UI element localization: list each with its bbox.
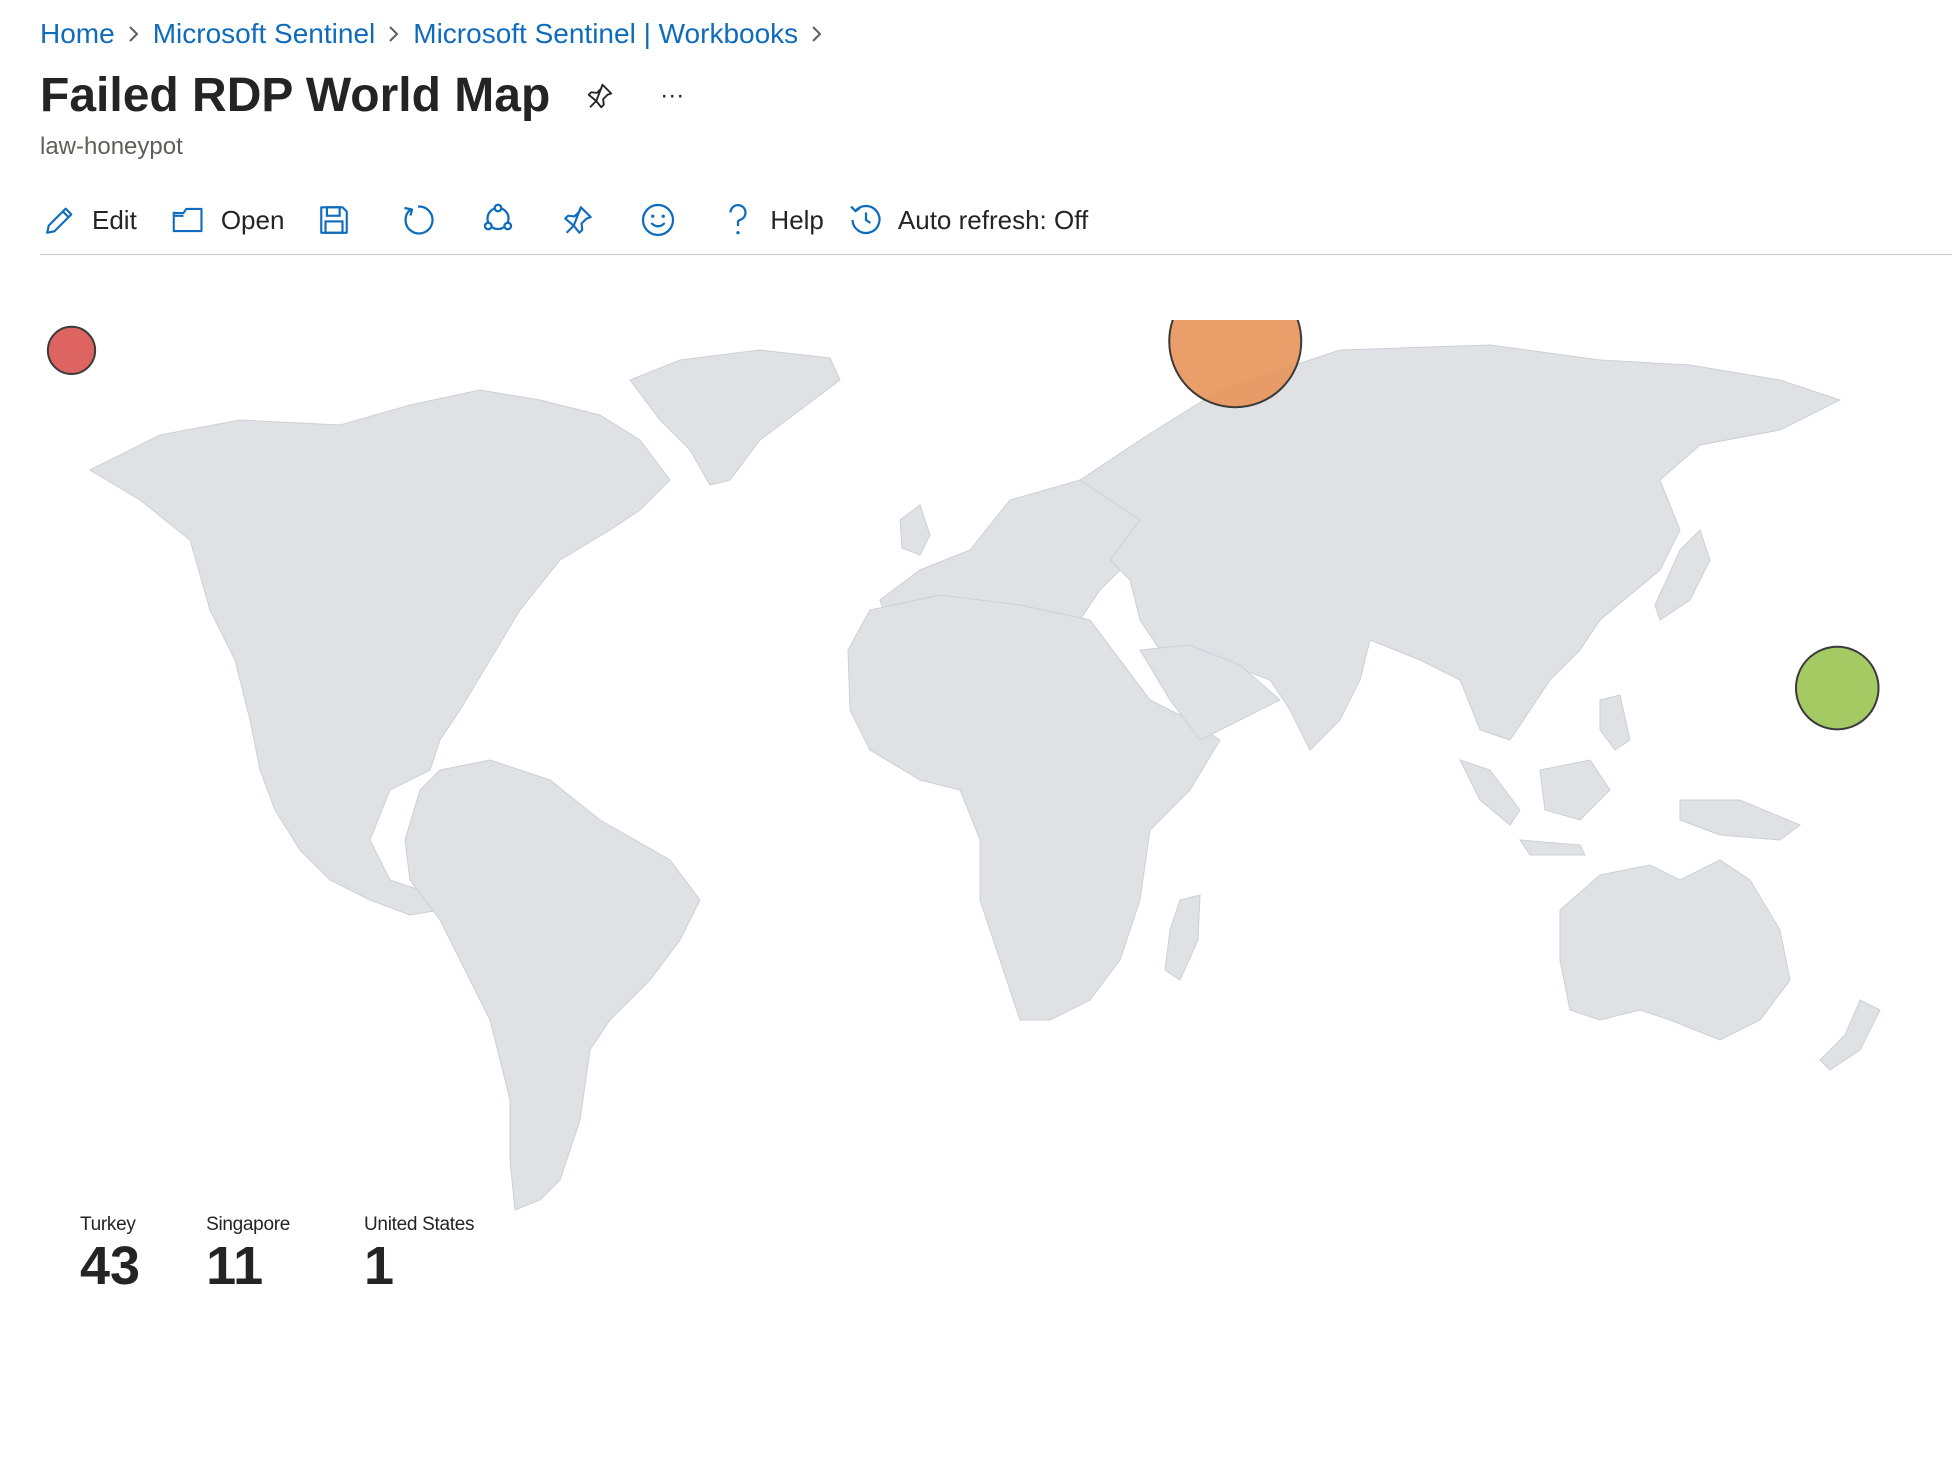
- map-land: [88, 344, 1881, 1211]
- breadcrumb-microsoft-sentinel[interactable]: Microsoft Sentinel: [153, 18, 376, 50]
- world-map-canvas: [46, 274, 1881, 1211]
- pin-icon: [558, 200, 598, 240]
- help-label: Help: [770, 204, 824, 235]
- refresh-button[interactable]: [398, 192, 438, 248]
- share-icon: [478, 200, 518, 240]
- help-button[interactable]: Help: [718, 192, 824, 248]
- tile-value: 43: [80, 1236, 141, 1296]
- pin-icon[interactable]: [578, 74, 622, 118]
- tile-label: Singapore: [206, 1214, 291, 1235]
- tile-label: United States: [364, 1214, 475, 1235]
- tile-turkey[interactable]: Turkey 43: [80, 1214, 140, 1295]
- breadcrumb-workbooks[interactable]: Microsoft Sentinel | Workbooks: [413, 18, 798, 50]
- feedback-button[interactable]: [638, 192, 678, 248]
- chevron-right-icon: [798, 14, 836, 54]
- map-bubble-singapore[interactable]: [1794, 645, 1880, 731]
- land-new-zealand: [1819, 999, 1881, 1071]
- smiley-icon: [638, 200, 678, 240]
- land-south-america: [404, 759, 701, 1211]
- history-clock-icon: [846, 200, 886, 240]
- land-new-guinea: [1679, 799, 1801, 841]
- open-button[interactable]: Open: [169, 192, 285, 248]
- share-button[interactable]: [478, 192, 518, 248]
- land-philippines: [1599, 694, 1631, 751]
- open-label: Open: [220, 204, 285, 235]
- pin-toolbar-button[interactable]: [558, 192, 598, 248]
- land-madagascar: [1164, 894, 1201, 981]
- tile-singapore[interactable]: Singapore 11: [206, 1214, 290, 1295]
- toolbar: Edit Open Help Auto refresh: Off: [40, 192, 1088, 248]
- page-title: Failed RDP World Map: [40, 69, 551, 122]
- title-row: Failed RDP World Map ···: [40, 68, 694, 123]
- land-java: [1519, 839, 1586, 856]
- breadcrumb-home[interactable]: Home: [40, 18, 115, 50]
- world-map[interactable]: [40, 274, 1952, 1220]
- question-mark-icon: [718, 200, 758, 240]
- map-bubble-united-states[interactable]: [46, 325, 97, 376]
- folder-open-icon: [169, 200, 209, 240]
- tile-united-states[interactable]: United States 1: [364, 1214, 474, 1295]
- save-icon: [314, 200, 354, 240]
- page-subtitle: law-honeypot: [40, 133, 183, 160]
- breadcrumb: Home Microsoft Sentinel Microsoft Sentin…: [40, 14, 836, 54]
- land-sumatra: [1459, 759, 1521, 826]
- more-options-icon[interactable]: ···: [650, 74, 694, 118]
- land-greenland: [629, 349, 841, 486]
- refresh-icon: [398, 200, 438, 240]
- toolbar-divider: [40, 254, 1952, 255]
- save-button[interactable]: [314, 192, 354, 248]
- pencil-icon: [40, 200, 80, 240]
- summary-tiles: Turkey 43 Singapore 11 United States 1: [80, 1214, 514, 1295]
- auto-refresh-label: Auto refresh: Off: [897, 204, 1089, 235]
- land-uk: [899, 504, 931, 556]
- edit-label: Edit: [92, 204, 137, 235]
- chevron-right-icon: [115, 14, 153, 54]
- tile-label: Turkey: [80, 1214, 136, 1235]
- land-australia: [1559, 859, 1791, 1041]
- chevron-right-icon: [375, 14, 413, 54]
- tile-value: 1: [364, 1236, 395, 1296]
- tile-value: 11: [206, 1236, 264, 1296]
- land-borneo: [1539, 759, 1611, 821]
- edit-button[interactable]: Edit: [40, 192, 137, 248]
- auto-refresh-button[interactable]: Auto refresh: Off: [846, 192, 1088, 248]
